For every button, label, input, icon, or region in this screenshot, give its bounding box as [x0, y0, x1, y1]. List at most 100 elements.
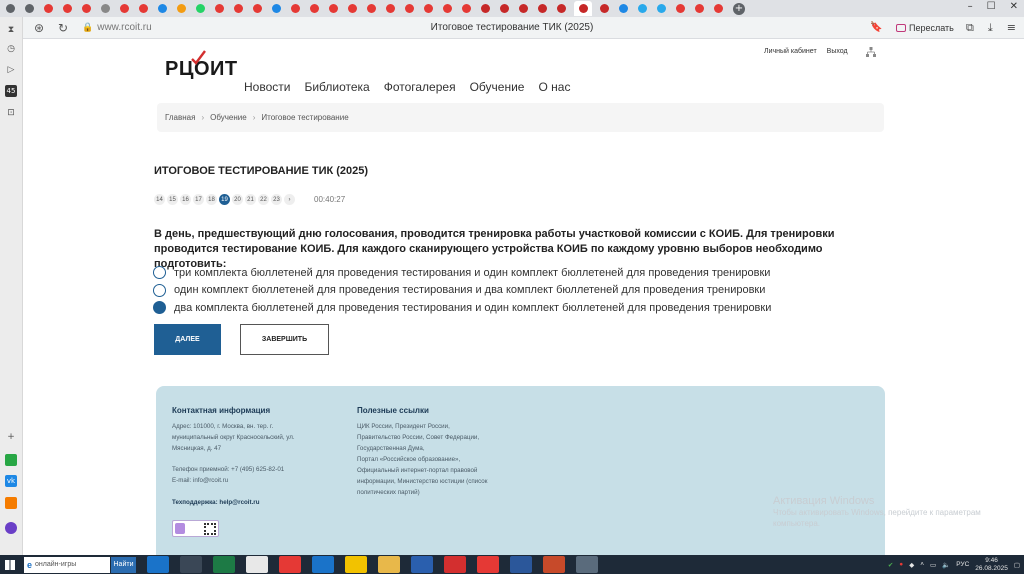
task-view-icon[interactable]	[180, 556, 202, 573]
red-circle-icon[interactable]	[693, 3, 706, 14]
start-button[interactable]	[0, 555, 20, 574]
powerpoint-icon[interactable]	[543, 556, 565, 573]
vk-icon[interactable]: vk	[5, 475, 17, 487]
red-circle-icon[interactable]	[42, 3, 55, 14]
rcoit-icon[interactable]	[598, 3, 611, 14]
yandex-home-icon[interactable]: ⊛	[30, 19, 48, 37]
next-button[interactable]: ДАЛЕЕ	[154, 324, 221, 355]
page-button[interactable]: ›	[284, 194, 295, 205]
tray-app-icon[interactable]: ●	[899, 561, 903, 568]
remote-desktop-icon[interactable]	[576, 556, 598, 573]
useful-link[interactable]: Официальный интернет-портал правовой	[357, 467, 477, 474]
rcoit-icon[interactable]	[479, 3, 492, 14]
page-button[interactable]: 14	[154, 194, 165, 205]
app-badge[interactable]	[172, 520, 219, 537]
red-circle-icon[interactable]	[61, 3, 74, 14]
breadcrumb-item[interactable]: Главная	[165, 113, 195, 122]
ok-icon[interactable]	[5, 497, 17, 509]
new-tab-icon[interactable]: +	[733, 2, 745, 15]
excel-icon[interactable]	[213, 556, 235, 573]
red-circle-icon[interactable]	[137, 3, 150, 14]
reload-icon[interactable]: ↻	[54, 19, 72, 37]
page-button[interactable]: 17	[193, 194, 204, 205]
yandex-icon[interactable]	[403, 3, 416, 14]
mail-icon[interactable]	[345, 556, 367, 573]
red-circle-icon[interactable]	[712, 3, 725, 14]
volume-icon[interactable]: 🔈	[942, 561, 950, 569]
page-button[interactable]: 16	[180, 194, 191, 205]
page-button[interactable]: 23	[271, 194, 282, 205]
page-button[interactable]: 15	[167, 194, 178, 205]
browser-logo-icon[interactable]	[4, 3, 17, 14]
network-icon[interactable]: ▭	[930, 561, 936, 569]
close-icon[interactable]: ✕	[1010, 1, 1018, 12]
orange-circle-icon[interactable]	[175, 3, 188, 14]
huawei-icon[interactable]	[477, 556, 499, 573]
edge-icon[interactable]	[312, 556, 334, 573]
answer-option[interactable]: два комплекта бюллетеней для проведения …	[153, 299, 771, 317]
extensions-icon[interactable]: ⧉	[966, 21, 974, 35]
bookmark-icon[interactable]: 🔖	[870, 22, 882, 33]
edge-icon[interactable]	[147, 556, 169, 573]
rcoit-icon[interactable]	[555, 3, 568, 14]
site-logo[interactable]: РЦОИТ	[165, 50, 238, 81]
page-button[interactable]: 19	[219, 194, 230, 205]
menu-icon[interactable]: ≡	[1007, 21, 1016, 35]
answer-option[interactable]: три комплекта бюллетеней для проведения …	[153, 264, 771, 282]
useful-link[interactable]: Правительство России, Совет Федерации,	[357, 434, 479, 441]
history-icon[interactable]: ⧗	[5, 24, 17, 36]
page-button[interactable]: 22	[258, 194, 269, 205]
breadcrumb-item[interactable]: Обучение	[210, 113, 247, 122]
yandex-icon[interactable]	[441, 3, 454, 14]
nav-item[interactable]: Библиотека	[304, 80, 369, 94]
maximize-icon[interactable]: ☐	[987, 1, 996, 12]
clock[interactable]: 9:46 26.08.2025	[975, 557, 1008, 573]
chevron-down-icon[interactable]	[23, 3, 36, 14]
answer-option[interactable]: один комплект бюллетеней для проведения …	[153, 282, 771, 300]
useful-link[interactable]: информации, Министерство юстиции (список	[357, 478, 487, 485]
sitemap-icon[interactable]	[866, 47, 876, 57]
nav-item[interactable]: Фотогалерея	[384, 80, 456, 94]
counter-icon[interactable]: 45	[5, 85, 17, 97]
support-email[interactable]: help@rcoit.ru	[219, 499, 259, 506]
play-icon[interactable]: ▷	[5, 64, 17, 76]
resend-button[interactable]: Переслать	[896, 23, 954, 33]
blue-globe-icon[interactable]	[156, 3, 169, 14]
rcoit-icon[interactable]	[517, 3, 530, 14]
red-circle-icon[interactable]	[327, 3, 340, 14]
word-icon[interactable]	[510, 556, 532, 573]
bookmark-icon[interactable]: ⊡	[5, 107, 17, 119]
useful-link[interactable]: ЦИК России, Президент России,	[357, 423, 450, 430]
red-circle-icon[interactable]	[422, 3, 435, 14]
search-button[interactable]: Найти	[111, 556, 136, 573]
red-circle-icon[interactable]	[80, 3, 93, 14]
minimize-icon[interactable]: –	[968, 1, 973, 12]
radio-button[interactable]	[153, 266, 166, 280]
finish-button[interactable]: ЗАВЕРШИТЬ	[240, 324, 329, 355]
page-button[interactable]: 21	[245, 194, 256, 205]
clock-icon[interactable]: ◷	[5, 43, 17, 55]
whatsapp-icon[interactable]	[194, 3, 207, 14]
blue-globe-icon[interactable]	[617, 3, 630, 14]
page-button[interactable]: 20	[232, 194, 243, 205]
add-icon[interactable]: +	[5, 431, 17, 443]
tray-app-icon[interactable]: ◆	[909, 561, 914, 569]
nav-item[interactable]: О нас	[538, 80, 570, 94]
monitor-icon[interactable]	[411, 556, 433, 573]
yandex-browser-icon[interactable]	[246, 556, 268, 573]
logout-link[interactable]: Выход	[827, 48, 848, 55]
red-circle-icon[interactable]	[384, 3, 397, 14]
email-line[interactable]: E-mail: info@rcoit.ru	[172, 477, 228, 484]
red-circle-icon[interactable]	[346, 3, 359, 14]
chevron-up-icon[interactable]: ˄	[920, 561, 924, 568]
useful-link[interactable]: политических партий)	[357, 489, 420, 496]
page-button[interactable]: 18	[206, 194, 217, 205]
red-circle-icon[interactable]	[365, 3, 378, 14]
rcoit-icon[interactable]	[498, 3, 511, 14]
telegram-icon[interactable]	[655, 3, 668, 14]
notifications-icon[interactable]: ▢	[1014, 561, 1020, 569]
nav-item[interactable]: Новости	[244, 80, 290, 94]
alice-icon[interactable]	[5, 522, 17, 534]
download-icon[interactable]: ⤓	[988, 21, 993, 35]
opera-icon[interactable]	[444, 556, 466, 573]
